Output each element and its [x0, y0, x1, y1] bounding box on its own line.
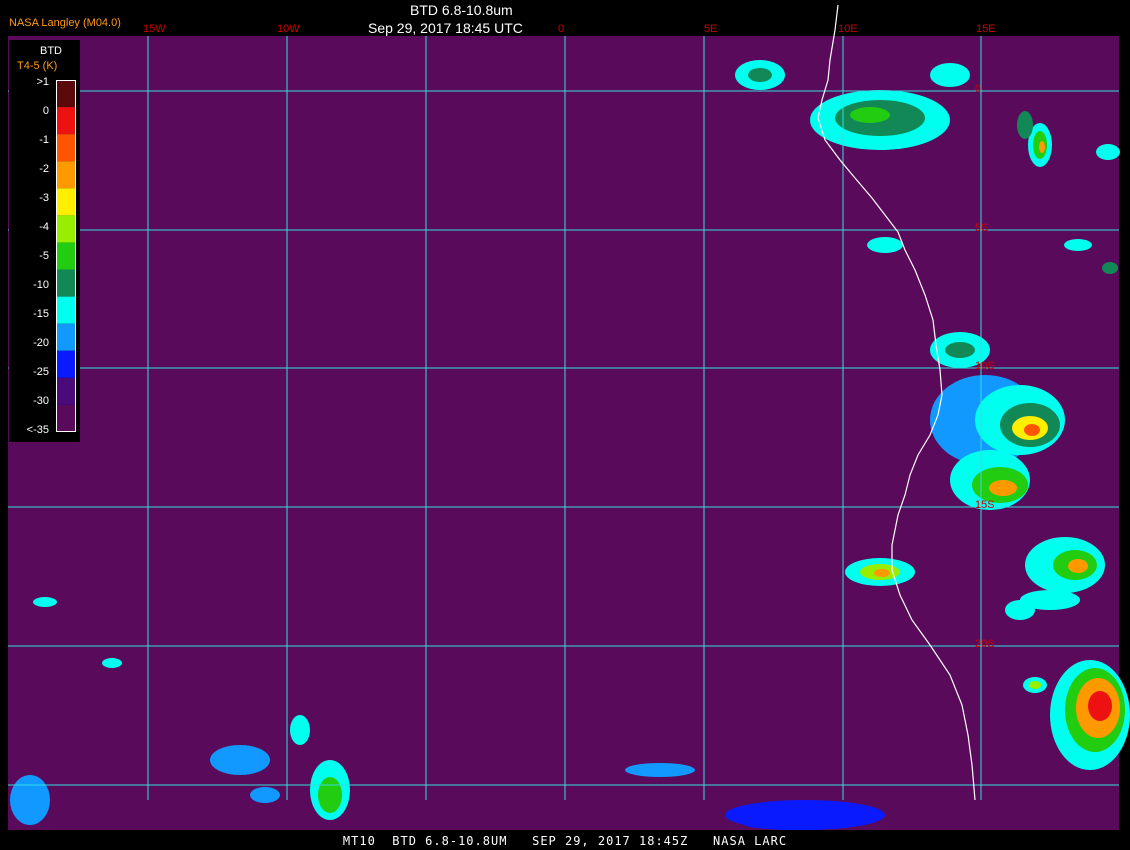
legend-swatch — [56, 269, 76, 297]
legend-swatch — [56, 134, 76, 162]
legend-swatch — [56, 296, 76, 324]
cloud-blob — [1039, 141, 1045, 153]
legend-swatch — [56, 377, 76, 405]
latitude-label: 5S — [975, 222, 989, 234]
latitude-label: 10S — [975, 360, 995, 372]
cloud-blob — [874, 569, 890, 577]
legend-label: -15 — [33, 308, 49, 320]
cloud-blob — [945, 342, 975, 358]
longitude-label: 5E — [704, 23, 718, 35]
legend-label: -2 — [39, 163, 49, 175]
cloud-blob — [1024, 424, 1040, 436]
longitude-label: 15W — [143, 23, 166, 35]
cloud-blob — [930, 63, 970, 87]
cloud-blob — [1029, 681, 1041, 689]
longitude-label: 0 — [558, 23, 565, 35]
longitude-label: 10E — [838, 23, 858, 35]
cloud-blob — [1102, 262, 1118, 274]
legend-label: <-35 — [26, 424, 49, 436]
cloud-blob — [318, 777, 342, 813]
legend-swatch — [56, 80, 76, 108]
legend-swatch — [56, 350, 76, 378]
latitude-label: 20S — [975, 638, 995, 650]
map-title: BTD 6.8-10.8um — [410, 2, 513, 18]
cloud-blob — [290, 715, 310, 745]
legend-title: BTD — [40, 45, 62, 57]
cloud-blob — [989, 480, 1017, 496]
legend-swatch — [56, 323, 76, 351]
legend-label: -3 — [39, 192, 49, 204]
legend-label: -4 — [39, 221, 49, 233]
cloud-blob — [1005, 600, 1035, 620]
legend-swatch — [56, 215, 76, 243]
cloud-blob — [210, 745, 270, 775]
cloud-blob — [10, 775, 50, 825]
cloud-blob — [1017, 111, 1033, 139]
longitude-label: 10W — [277, 23, 300, 35]
agency-label: NASA Langley (M04.0) — [9, 17, 121, 29]
legend-unit: T4-5 (K) — [17, 60, 58, 72]
legend-swatch — [56, 188, 76, 216]
legend-label: -1 — [39, 134, 49, 146]
cloud-blob — [33, 597, 57, 607]
latitude-label: 15S — [975, 499, 995, 511]
cloud-blob — [740, 814, 840, 830]
cloud-blob — [850, 107, 890, 123]
footer-caption: MT10 BTD 6.8-10.8UM SEP 29, 2017 18:45Z … — [342, 834, 788, 848]
legend-swatch — [56, 242, 76, 270]
legend-label: >1 — [36, 76, 49, 88]
cloud-blob — [748, 68, 772, 82]
legend-swatch — [56, 161, 76, 189]
legend-swatch — [56, 404, 76, 432]
cloud-blob — [867, 237, 903, 253]
cloud-blob — [625, 763, 695, 777]
legend-color-bar — [56, 80, 76, 432]
legend-label: -10 — [33, 279, 49, 291]
cloud-blob — [1068, 559, 1088, 573]
cloud-blob — [1064, 239, 1092, 251]
legend-label: -25 — [33, 366, 49, 378]
longitude-label: 15E — [976, 23, 996, 35]
cloud-blob — [1096, 144, 1120, 160]
satellite-map — [8, 4, 1130, 830]
timestamp: Sep 29, 2017 18:45 UTC — [368, 20, 523, 36]
legend-label: -5 — [39, 250, 49, 262]
cloud-blob — [250, 787, 280, 803]
cloud-blob — [1088, 691, 1112, 721]
legend-swatch — [56, 107, 76, 135]
legend-label: -30 — [33, 395, 49, 407]
latitude-label: 0 — [975, 83, 982, 95]
legend-label: -20 — [33, 337, 49, 349]
cloud-blob — [102, 658, 122, 668]
legend-label: 0 — [42, 105, 49, 117]
